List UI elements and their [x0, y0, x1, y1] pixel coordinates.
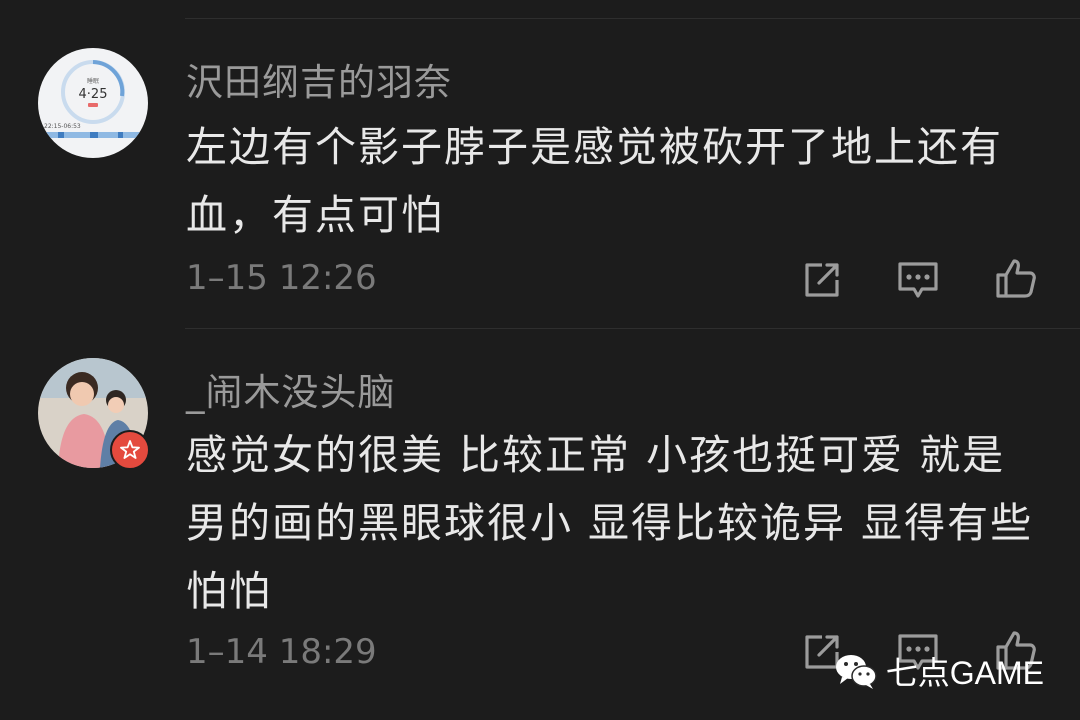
divider — [185, 18, 1080, 19]
watermark: 七点GAME — [834, 648, 1044, 694]
share-icon — [805, 263, 839, 297]
comment-username[interactable]: 沢田纲吉的羽奈 — [186, 52, 452, 106]
comment-timestamp: 1–15 12:26 — [186, 258, 377, 298]
comment-timestamp: 1–14 18:29 — [186, 632, 377, 672]
comment-content: 左边有个影子脖子是感觉被砍开了地上还有血，有点可怕 — [186, 123, 1003, 239]
share-button[interactable] — [800, 258, 844, 302]
svg-text:睡眠: 睡眠 — [87, 77, 99, 85]
reply-button[interactable] — [896, 258, 940, 302]
reply-icon — [898, 262, 938, 298]
comment-feed: 睡眠 4·25 22:15-06:53 沢田纲吉的羽奈 左边有个影子脖子是感觉被… — [0, 0, 1080, 720]
comment-content: 感觉女的很美 比较正常 小孩也挺可爱 就是男的画的黑眼球很小 显得比较诡异 显得… — [186, 431, 1034, 615]
wechat-icon — [835, 655, 877, 689]
comment-username[interactable]: _闹木没头脑 — [186, 362, 396, 416]
like-icon — [996, 259, 1036, 298]
divider — [185, 328, 1080, 329]
avatar-clock-text: 4·25 — [79, 87, 108, 102]
avatar-range-text: 22:15-06:53 — [44, 123, 81, 130]
star-icon — [120, 440, 140, 459]
avatar-image: 睡眠 4·25 22:15-06:53 — [38, 48, 148, 158]
like-button[interactable] — [994, 256, 1038, 300]
star-badge — [110, 430, 150, 470]
avatar[interactable]: 睡眠 4·25 22:15-06:53 — [38, 48, 148, 158]
watermark-text: 七点GAME — [885, 655, 1044, 691]
